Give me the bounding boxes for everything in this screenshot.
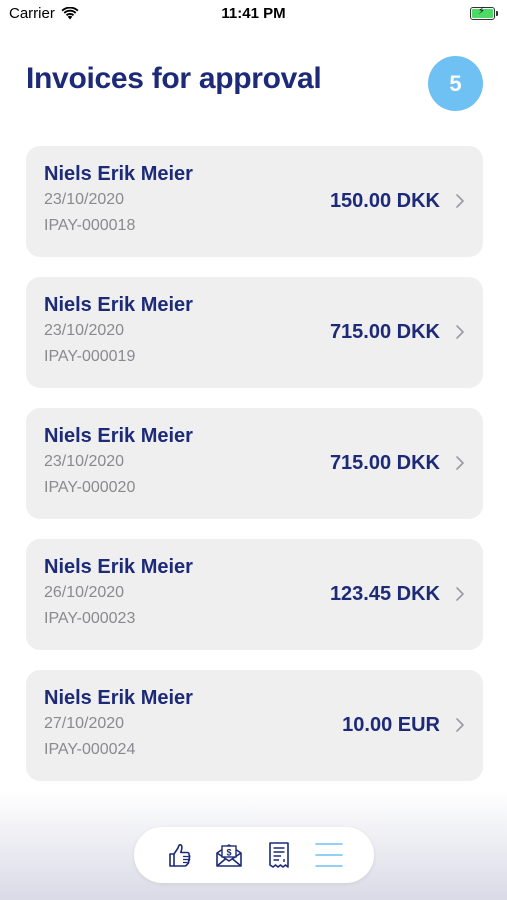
invoice-number: IPAY-000019 [44, 348, 136, 365]
battery-level [472, 6, 493, 18]
tab-menu[interactable] [312, 838, 346, 872]
svg-text:$: $ [226, 848, 231, 858]
invoice-number: IPAY-000020 [44, 479, 136, 496]
chevron-right-icon [456, 194, 464, 208]
invoice-requester: Niels Erik Meier [44, 163, 193, 185]
status-bar: Carrier 11:41 PM [0, 0, 507, 28]
clock: 11:41 PM [221, 5, 286, 22]
invoice-card[interactable]: Niels Erik Meier 23/10/2020 IPAY-000018 … [26, 146, 483, 257]
invoice-number: IPAY-000023 [44, 610, 136, 627]
chevron-right-icon [456, 718, 464, 732]
tab-invoices[interactable] [262, 838, 296, 872]
invoice-date: 23/10/2020 [44, 322, 125, 339]
tab-bar: $ [134, 827, 374, 883]
invoice-amount: 715.00 DKK [329, 452, 440, 474]
tab-payments[interactable]: $ [212, 838, 246, 872]
invoice-requester: Niels Erik Meier [44, 294, 193, 316]
invoice-requester: Niels Erik Meier [44, 687, 193, 709]
invoice-card[interactable]: Niels Erik Meier 26/10/2020 IPAY-000023 … [26, 539, 483, 650]
invoice-number: IPAY-000018 [44, 217, 136, 234]
invoice-amount: 715.00 DKK [329, 321, 440, 343]
invoice-requester: Niels Erik Meier [44, 425, 193, 447]
invoice-list: Niels Erik Meier 23/10/2020 IPAY-000018 … [26, 146, 483, 801]
invoice-card[interactable]: Niels Erik Meier 23/10/2020 IPAY-000020 … [26, 408, 483, 519]
invoice-card[interactable]: Niels Erik Meier 27/10/2020 IPAY-000024 … [26, 670, 483, 781]
invoice-number: IPAY-000024 [44, 741, 136, 758]
invoice-count-badge: 5 [428, 56, 483, 111]
battery-icon [470, 6, 498, 20]
chevron-right-icon [456, 456, 464, 470]
invoice-requester: Niels Erik Meier [44, 556, 193, 578]
invoice-date: 26/10/2020 [44, 584, 125, 601]
invoice-card[interactable]: Niels Erik Meier 23/10/2020 IPAY-000019 … [26, 277, 483, 388]
invoice-date: 23/10/2020 [44, 453, 125, 470]
invoice-date: 27/10/2020 [44, 715, 125, 732]
chevron-right-icon [456, 325, 464, 339]
invoice-date: 23/10/2020 [44, 191, 125, 208]
tab-approvals[interactable] [162, 838, 196, 872]
menu-icon [315, 843, 343, 867]
invoice-amount: 10.00 EUR [342, 714, 440, 736]
receipt-icon [269, 842, 289, 868]
money-envelope-icon: $ [216, 844, 242, 867]
invoice-amount: 123.45 DKK [329, 583, 440, 605]
chevron-right-icon [456, 587, 464, 601]
page-title: Invoices for approval [26, 62, 322, 95]
invoice-amount: 150.00 DKK [329, 190, 440, 212]
thumbs-up-icon [169, 844, 191, 867]
